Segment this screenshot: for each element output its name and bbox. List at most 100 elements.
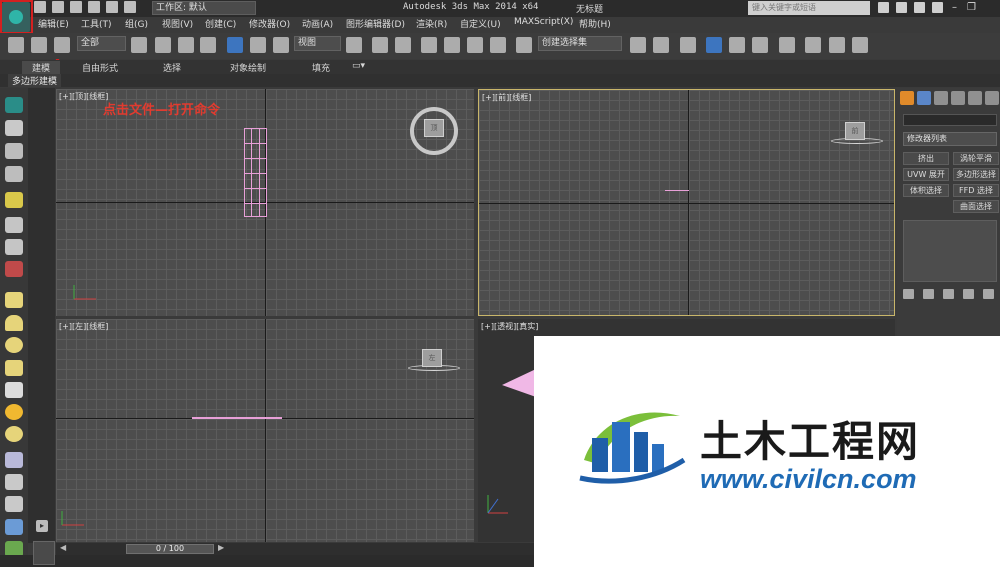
modifier-stack[interactable]: [903, 220, 997, 282]
window-crossing-icon[interactable]: [200, 37, 216, 53]
next-frame-icon[interactable]: ▶: [218, 543, 224, 552]
state-sets-icon[interactable]: [5, 120, 23, 136]
unlink-icon[interactable]: [31, 37, 47, 53]
material-editor-icon[interactable]: [779, 37, 795, 53]
tools-icon[interactable]: [896, 2, 907, 13]
torus-primitive-icon[interactable]: [5, 360, 23, 376]
menu-maxscript[interactable]: MAXScript(X): [514, 17, 573, 27]
workspace-dropdown[interactable]: 工作区: 默认: [152, 1, 256, 15]
viewport-label[interactable]: [+][前][线框]: [482, 92, 531, 103]
systems-icon[interactable]: [5, 261, 23, 277]
light-icon[interactable]: [5, 192, 23, 208]
pivot-center-icon[interactable]: [346, 37, 362, 53]
tab-selection[interactable]: 选择: [163, 61, 181, 74]
compound-icon[interactable]: [5, 474, 23, 490]
tab-object-paint[interactable]: 对象绘制: [230, 61, 266, 74]
curve-editor-icon[interactable]: [729, 37, 745, 53]
pink-box-object[interactable]: [192, 417, 282, 419]
pink-box-object[interactable]: [665, 190, 689, 191]
open-file-icon[interactable]: [52, 1, 64, 13]
display-tab-icon[interactable]: [968, 91, 982, 105]
teapot-primitive-icon[interactable]: [5, 426, 23, 442]
modifier-button[interactable]: FFD 选择: [953, 184, 999, 197]
key-icon[interactable]: [914, 2, 925, 13]
menu-view[interactable]: 视图(V): [162, 17, 193, 30]
viewport-top[interactable]: [+][顶][线框] 顶: [56, 89, 474, 316]
project-folder-icon[interactable]: [124, 1, 136, 13]
select-move-icon[interactable]: [227, 37, 243, 53]
scene-states-icon[interactable]: [5, 143, 23, 159]
menu-create[interactable]: 创建(C): [205, 17, 236, 30]
motion-tab-icon[interactable]: [951, 91, 965, 105]
hierarchy-tab-icon[interactable]: [934, 91, 948, 105]
rect-selection-icon[interactable]: [178, 37, 194, 53]
viewcube[interactable]: 顶: [424, 119, 444, 137]
timeline[interactable]: ◀ 0 / 100 ▶: [56, 543, 534, 555]
sphere-primitive-icon[interactable]: [5, 315, 23, 331]
menu-modifiers[interactable]: 修改器(O): [249, 17, 290, 30]
viewport-label[interactable]: [+][顶][线框]: [59, 91, 108, 102]
expand-panel-icon[interactable]: ▸: [36, 520, 48, 532]
container-icon[interactable]: [5, 97, 23, 113]
create-tab-icon[interactable]: [900, 91, 914, 105]
align-icon[interactable]: [653, 37, 669, 53]
object-name-field[interactable]: [903, 114, 997, 126]
minimize-icon[interactable]: –: [952, 2, 957, 13]
reference-coord-dropdown[interactable]: 视图: [294, 36, 341, 51]
render-production-icon[interactable]: [852, 37, 868, 53]
select-rotate-icon[interactable]: [250, 37, 266, 53]
menu-help[interactable]: 帮助(H): [579, 17, 611, 30]
menu-graph-editors[interactable]: 图形编辑器(D): [346, 17, 405, 30]
cylinder-primitive-icon[interactable]: [5, 337, 23, 353]
ribbon-options-icon[interactable]: ▭▾: [352, 61, 365, 71]
menu-rendering[interactable]: 渲染(R): [416, 17, 447, 30]
utilities-tab-icon[interactable]: [985, 91, 999, 105]
prev-frame-icon[interactable]: ◀: [60, 543, 66, 552]
selection-filter-dropdown[interactable]: 全部: [77, 36, 126, 51]
select-object-icon[interactable]: [131, 37, 147, 53]
menu-edit[interactable]: 编辑(E): [38, 17, 69, 30]
layer-manager-icon[interactable]: [706, 37, 722, 53]
nurbs-icon[interactable]: [5, 519, 23, 535]
modifier-button[interactable]: 曲面选择: [953, 200, 999, 213]
tab-freeform[interactable]: 自由形式: [82, 61, 118, 74]
select-link-icon[interactable]: [8, 37, 24, 53]
viewport-left[interactable]: [+][左][线框] 左: [56, 319, 474, 542]
render-setup-icon[interactable]: [805, 37, 821, 53]
undo-icon[interactable]: [88, 1, 100, 13]
bind-space-warp-icon[interactable]: [54, 37, 70, 53]
pink-box-object[interactable]: [244, 128, 267, 217]
time-slider[interactable]: 0 / 100: [126, 544, 214, 554]
snaps-toggle-icon[interactable]: [421, 37, 437, 53]
select-manipulate-icon[interactable]: [372, 37, 388, 53]
menu-customize[interactable]: 自定义(U): [460, 17, 501, 30]
render-frame-icon[interactable]: [829, 37, 845, 53]
modify-tab-icon[interactable]: [917, 91, 931, 105]
binoculars-icon[interactable]: [878, 2, 889, 13]
redo-icon[interactable]: [106, 1, 118, 13]
helper-icon[interactable]: [5, 217, 23, 233]
configure-sets-icon[interactable]: [983, 289, 994, 299]
viewcube[interactable]: 左: [422, 349, 442, 367]
modifier-button[interactable]: 挤出: [903, 152, 949, 165]
patch-icon[interactable]: [5, 496, 23, 512]
named-selection-dropdown[interactable]: 创建选择集: [538, 36, 622, 51]
viewport-front[interactable]: [+][前][线框] 前: [478, 89, 895, 316]
viewcube[interactable]: 前: [845, 122, 865, 140]
angle-snap-icon[interactable]: [444, 37, 460, 53]
spinner-snap-icon[interactable]: [490, 37, 506, 53]
select-scale-icon[interactable]: [273, 37, 289, 53]
remove-modifier-icon[interactable]: [963, 289, 974, 299]
maximize-icon[interactable]: ❐: [967, 2, 976, 13]
menu-tools[interactable]: 工具(T): [81, 17, 112, 30]
edit-named-selection-icon[interactable]: [516, 37, 532, 53]
tab-modeling[interactable]: 建模: [22, 61, 61, 74]
geosphere-primitive-icon[interactable]: [5, 404, 23, 420]
render-panel-icon[interactable]: [5, 166, 23, 182]
tab-populate[interactable]: 填充: [312, 61, 330, 74]
save-file-icon[interactable]: [70, 1, 82, 13]
scene-explorer-icon[interactable]: [680, 37, 696, 53]
modifier-button[interactable]: 涡轮平滑: [953, 152, 999, 165]
schematic-view-icon[interactable]: [752, 37, 768, 53]
cone-primitive-icon[interactable]: [5, 382, 23, 398]
